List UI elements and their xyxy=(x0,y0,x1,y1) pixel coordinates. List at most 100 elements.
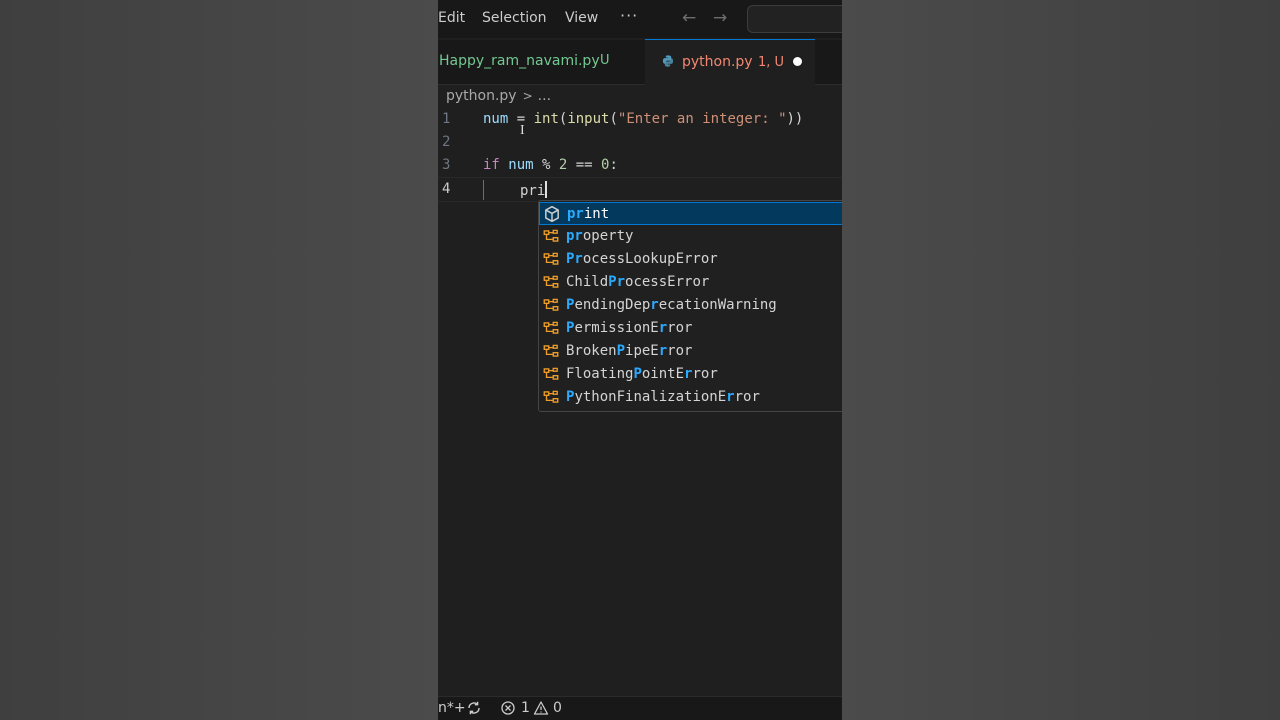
method-cube-icon xyxy=(545,205,559,223)
menu-view[interactable]: View xyxy=(565,10,598,26)
video-background-left xyxy=(0,0,438,720)
suggestion-label: ChildProcessError xyxy=(566,274,709,290)
tab-happy-ram-navami[interactable]: Happy_ram_navami.py U xyxy=(438,40,643,84)
token-operator: % xyxy=(533,157,559,173)
suggestion-item[interactable]: print xyxy=(539,202,842,225)
back-arrow-icon[interactable]: ← xyxy=(682,8,696,28)
branch-status[interactable]: n*+ xyxy=(438,700,466,716)
suggestion-item[interactable]: FloatingPointError xyxy=(539,363,842,386)
line-content: num = int(input("Enter an integer: ")) xyxy=(483,111,803,127)
suggestion-item[interactable]: PendingDeprecationWarning xyxy=(539,294,842,317)
match-highlight: r xyxy=(658,343,668,359)
suggestion-item[interactable]: PythonFinalizationError xyxy=(539,386,842,409)
token-string: "Enter an integer: " xyxy=(617,111,787,127)
match-highlight: Pr xyxy=(608,274,626,290)
menu-more-icon[interactable]: ··· xyxy=(620,6,638,25)
label-text: ocessError xyxy=(625,274,710,290)
label-text: Floating xyxy=(566,366,634,382)
token-paren: )) xyxy=(786,111,804,127)
match-highlight: r xyxy=(658,320,668,336)
label-text: ror xyxy=(692,366,718,382)
line-number: 3 xyxy=(442,157,451,173)
indent-guide xyxy=(483,180,484,200)
git-status-badge: U xyxy=(600,53,610,68)
match-highlight: Pr xyxy=(566,251,583,267)
class-icon xyxy=(543,344,559,357)
error-icon[interactable] xyxy=(500,700,516,716)
suggestion-label: FloatingPointError xyxy=(566,366,718,382)
warning-count[interactable]: 0 xyxy=(553,700,562,716)
suggestion-label: PythonFinalizationError xyxy=(566,389,760,405)
label-text: ointE xyxy=(641,366,685,382)
suggestion-item[interactable]: ProcessLookupError xyxy=(539,248,842,271)
token-variable: num xyxy=(483,111,509,127)
mouse-ibeam-icon: I xyxy=(520,123,525,138)
video-background-right xyxy=(842,0,1280,720)
title-bar: Edit Selection View ··· ← → xyxy=(438,0,842,38)
label-text: int xyxy=(583,206,610,222)
match-highlight: r xyxy=(726,389,735,405)
editor-tab-bar: Happy_ram_navami.py U python.py 1, U xyxy=(438,39,842,85)
suggestion-item[interactable]: property xyxy=(539,225,842,248)
command-center-search[interactable] xyxy=(747,5,842,33)
match-highlight: P xyxy=(633,366,642,382)
token-paren: ( xyxy=(609,111,618,127)
chevron-right-icon: > xyxy=(522,89,533,103)
label-text: endingDep xyxy=(574,297,651,313)
suggestion-label: print xyxy=(567,206,609,222)
label-text: ror xyxy=(734,389,760,405)
match-highlight: pr xyxy=(567,206,584,222)
line-content: if num % 2 == 0: xyxy=(483,157,618,173)
token-typed: pri xyxy=(520,183,546,199)
class-icon xyxy=(543,275,559,288)
token-function: int xyxy=(533,111,559,127)
code-line-active: 4 pri xyxy=(438,177,842,202)
line-number: 2 xyxy=(442,134,451,150)
token-function: input xyxy=(567,111,610,127)
problems-git-badge: 1, U xyxy=(758,55,785,70)
label-text: ror xyxy=(667,343,693,359)
match-highlight: P xyxy=(616,343,626,359)
menu-edit[interactable]: Edit xyxy=(438,10,465,26)
suggestion-label: property xyxy=(566,228,633,244)
suggestion-label: PermissionError xyxy=(566,320,692,336)
breadcrumb-symbols[interactable]: ... xyxy=(538,88,551,104)
error-count[interactable]: 1 xyxy=(521,700,530,716)
code-line: 2 xyxy=(438,131,842,154)
forward-arrow-icon[interactable]: → xyxy=(713,8,727,28)
line-number: 1 xyxy=(442,111,451,127)
line-content: pri xyxy=(520,181,548,199)
vscode-window: Edit Selection View ··· ← → Happy_ram_na… xyxy=(438,0,842,720)
suggestion-label: BrokenPipeError xyxy=(566,343,692,359)
class-icon xyxy=(543,390,559,403)
text-cursor xyxy=(545,181,548,198)
class-icon xyxy=(543,298,559,311)
tab-label: Happy_ram_navami.py xyxy=(439,53,600,69)
suggestion-label: PendingDeprecationWarning xyxy=(566,297,777,313)
class-icon xyxy=(543,252,559,265)
tab-python-active[interactable]: python.py 1, U xyxy=(645,39,815,85)
suggestion-item[interactable]: ChildProcessError xyxy=(539,271,842,294)
suggestion-item[interactable]: BrokenPipeError xyxy=(539,340,842,363)
python-file-icon xyxy=(662,55,674,67)
breadcrumb-file[interactable]: python.py xyxy=(446,88,517,104)
label-text: Broken xyxy=(566,343,617,359)
unsaved-dot-icon[interactable] xyxy=(793,57,802,66)
line-number: 4 xyxy=(442,181,451,197)
label-text: ecationWarning xyxy=(658,297,777,313)
label-text: ipeE xyxy=(625,343,659,359)
suggestion-item[interactable]: PermissionError xyxy=(539,317,842,340)
match-highlight: pr xyxy=(566,228,583,244)
code-line: 3 if num % 2 == 0: xyxy=(438,154,842,177)
label-text: ror xyxy=(667,320,693,336)
token-operator: == xyxy=(567,157,602,173)
class-icon xyxy=(543,321,559,334)
menu-selection[interactable]: Selection xyxy=(482,10,547,26)
warning-icon[interactable] xyxy=(533,700,549,716)
sync-icon[interactable] xyxy=(466,700,482,716)
match-highlight: r xyxy=(650,297,659,313)
class-icon xyxy=(543,367,559,380)
suggest-widget[interactable]: print property ProcessLookupError ChildProc… xyxy=(538,200,842,412)
token-variable: num xyxy=(508,157,534,173)
tab-label: python.py xyxy=(682,54,753,70)
